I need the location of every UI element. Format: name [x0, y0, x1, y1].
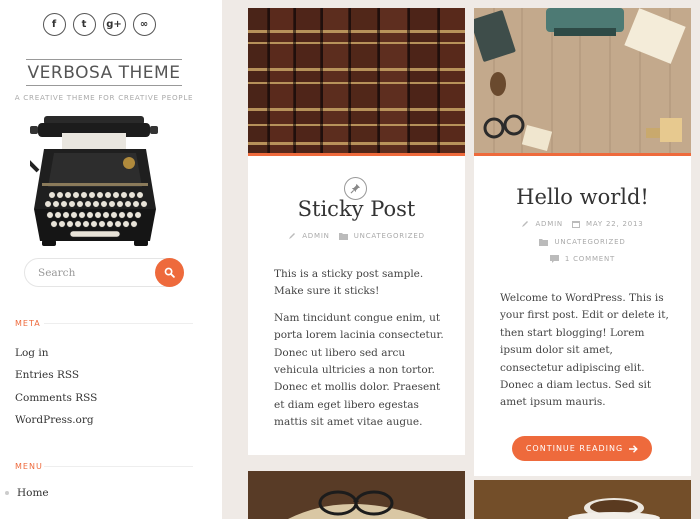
search-button[interactable]: [155, 258, 184, 287]
post-date-label: MAY 22, 2013: [585, 220, 644, 228]
post-author[interactable]: ADMIN: [521, 220, 563, 228]
post-thumbnail-books[interactable]: [248, 8, 465, 153]
post-meta-comments: 1 COMMENT: [474, 255, 691, 263]
pencil-icon: [289, 233, 296, 239]
post-date[interactable]: MAY 22, 2013: [571, 220, 644, 228]
google-plus-icon[interactable]: g+: [102, 13, 126, 36]
post-thumbnail-coffee[interactable]: [474, 480, 691, 519]
post-meta: ADMIN MAY 22, 2013: [474, 220, 691, 228]
menu-widget-list: Home: [5, 487, 49, 499]
post-author-label: ADMIN: [302, 232, 330, 240]
pencil-icon: [522, 221, 529, 227]
post-meta: ADMIN UNCATEGORIZED: [248, 232, 465, 240]
folder-icon: [338, 233, 348, 240]
divider: [44, 466, 193, 467]
divider: [44, 323, 193, 324]
post-author[interactable]: ADMIN: [288, 232, 330, 240]
link-icon[interactable]: ∞: [132, 13, 156, 36]
post-comments[interactable]: 1 COMMENT: [549, 255, 616, 263]
post-title[interactable]: Sticky Post: [248, 197, 465, 221]
continue-reading-label: CONTINUE READING: [525, 444, 624, 453]
post-card-next-2: [474, 480, 691, 519]
excerpt-paragraph: Nam tincidunt congue enim, ut porta lore…: [274, 311, 444, 429]
post-excerpt: This is a sticky post sample. Make sure …: [274, 266, 446, 441]
meta-link-entries-rss[interactable]: Entries RSS: [15, 368, 97, 390]
bullet-icon: [5, 491, 9, 495]
comment-icon: [549, 255, 559, 263]
post-card-hello-world: Hello world! ADMIN MAY 22, 2013 UNCATEGO…: [474, 8, 691, 476]
site-title[interactable]: VERBOSA THEME: [26, 59, 182, 86]
accent-bar: [248, 153, 465, 156]
search-input[interactable]: [38, 265, 148, 281]
post-comments-label: 1 COMMENT: [564, 255, 616, 263]
continue-reading-button[interactable]: CONTINUE READING: [512, 436, 652, 461]
site-tagline: A CREATIVE THEME FOR CREATIVE PEOPLE: [14, 93, 194, 102]
excerpt-paragraph: Welcome to WordPress. This is your first…: [500, 292, 669, 409]
post-card-sticky: Sticky Post ADMIN UNCATEGORIZED This is …: [248, 8, 465, 455]
search-icon: [164, 267, 175, 278]
menu-item-home[interactable]: Home: [5, 487, 49, 499]
arrow-right-icon: [629, 444, 638, 453]
social-links: f t g+ ∞: [0, 13, 198, 36]
facebook-icon[interactable]: f: [42, 13, 66, 36]
meta-link-login[interactable]: Log in: [15, 346, 97, 368]
post-author-label: ADMIN: [535, 220, 563, 228]
post-title[interactable]: Hello world!: [474, 185, 691, 209]
menu-widget-title: MENU: [15, 462, 43, 471]
post-thumbnail-glasses-book[interactable]: [248, 471, 465, 519]
accent-bar: [474, 153, 691, 156]
post-thumbnail-desk[interactable]: [474, 8, 691, 153]
post-category-label: UNCATEGORIZED: [353, 232, 425, 240]
meta-widget-title: META: [15, 319, 41, 328]
post-excerpt: Welcome to WordPress. This is your first…: [500, 290, 672, 421]
folder-icon: [539, 239, 549, 246]
menu-item-label: Home: [17, 487, 49, 499]
calendar-icon: [571, 221, 580, 228]
post-category[interactable]: UNCATEGORIZED: [539, 238, 625, 246]
post-category-label: UNCATEGORIZED: [554, 238, 626, 246]
typewriter-logo[interactable]: [30, 113, 160, 248]
post-meta-category: UNCATEGORIZED: [474, 238, 691, 246]
meta-link-comments-rss[interactable]: Comments RSS: [15, 391, 97, 413]
post-card-next-1: [248, 471, 465, 519]
search-form: [24, 258, 184, 287]
sidebar: f t g+ ∞ VERBOSA THEME A CREATIVE THEME …: [0, 0, 222, 519]
excerpt-paragraph: This is a sticky post sample. Make sure …: [274, 268, 424, 298]
post-category[interactable]: UNCATEGORIZED: [338, 232, 425, 240]
twitter-icon[interactable]: t: [72, 13, 96, 36]
meta-link-wordpress[interactable]: WordPress.org: [15, 413, 97, 435]
meta-widget-list: Log in Entries RSS Comments RSS WordPres…: [15, 346, 97, 435]
